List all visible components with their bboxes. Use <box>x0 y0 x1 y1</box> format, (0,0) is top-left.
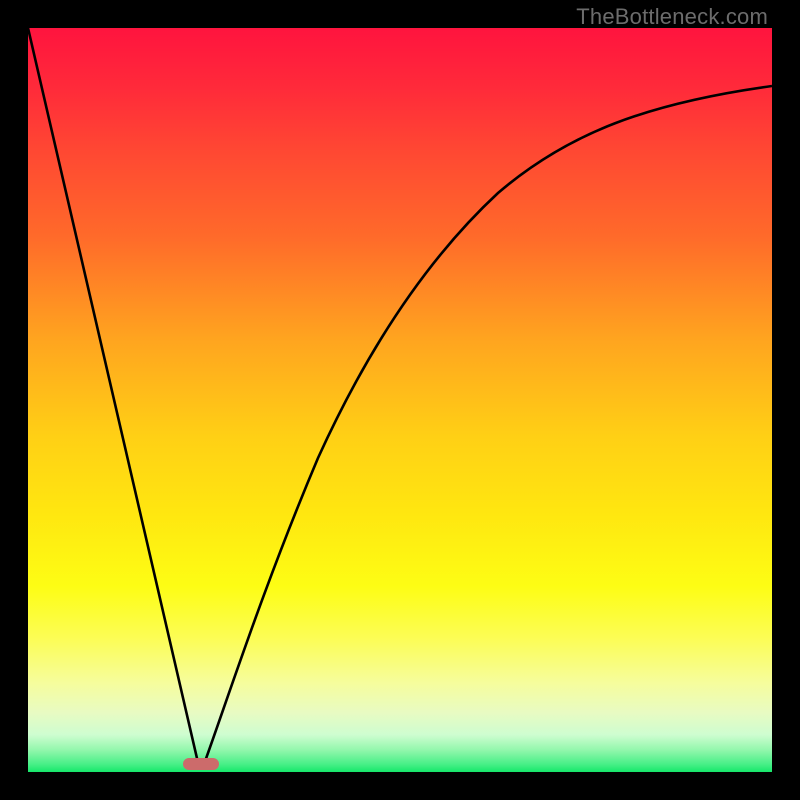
chart-frame <box>0 0 800 800</box>
watermark-text: TheBottleneck.com <box>576 4 768 30</box>
